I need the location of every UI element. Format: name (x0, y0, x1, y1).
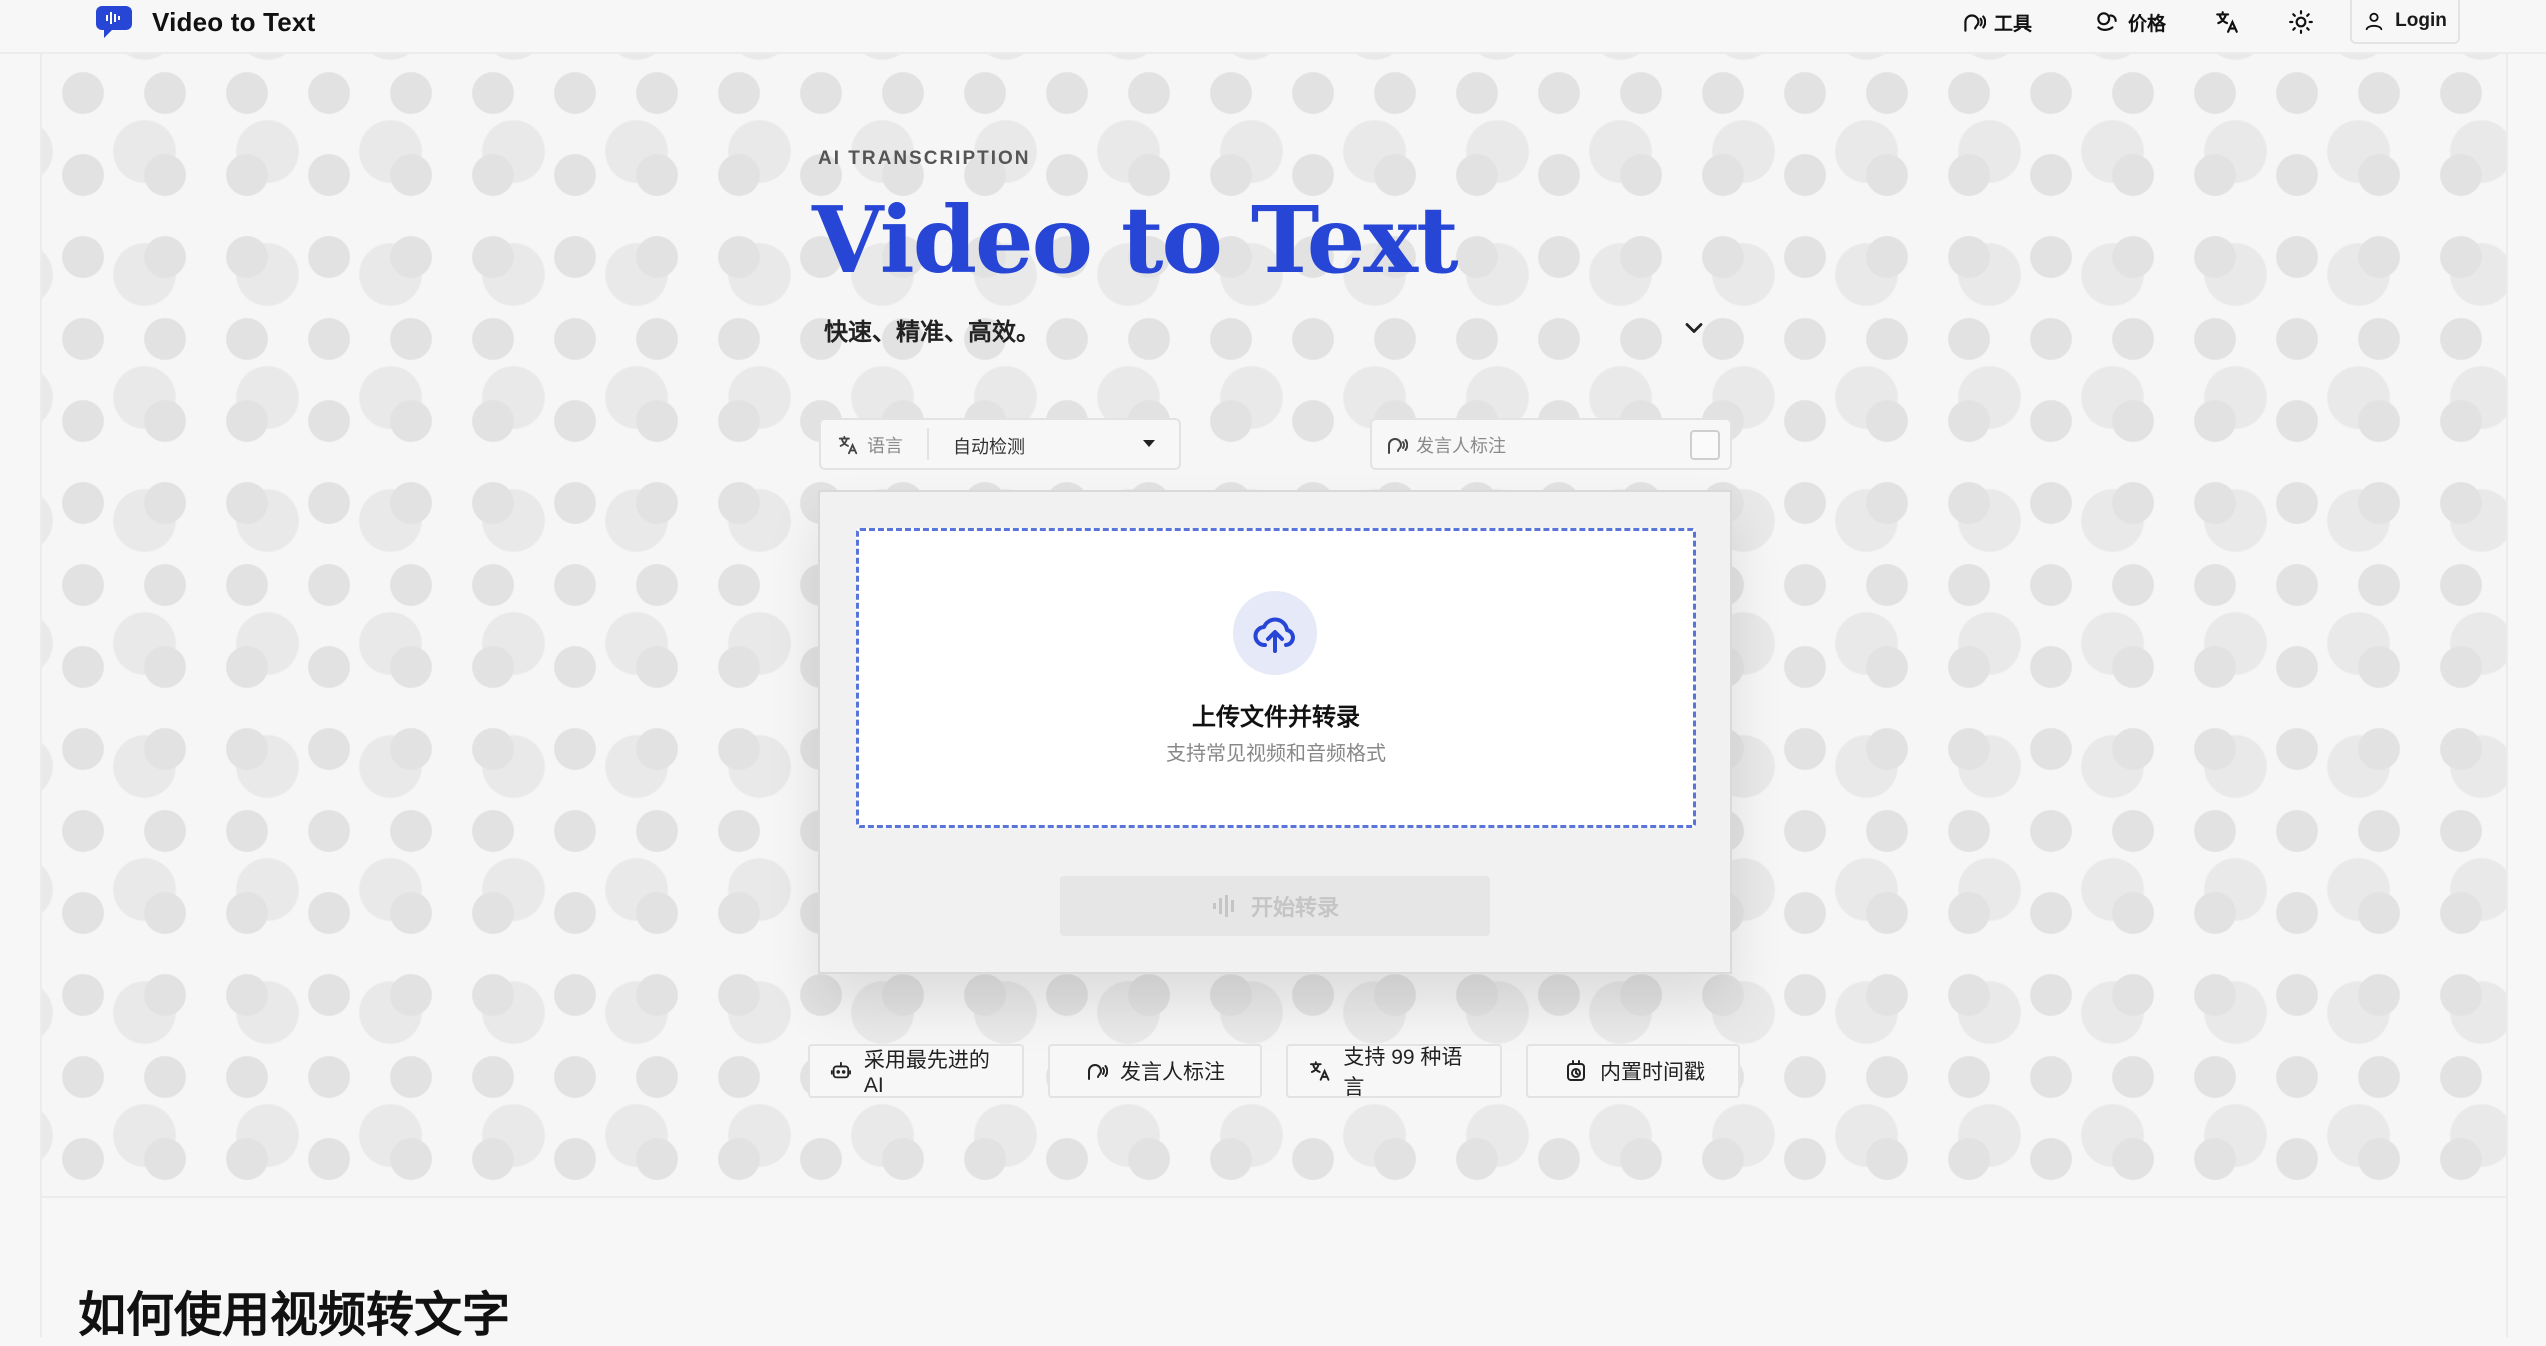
section-title: 如何使用视频转文字 (78, 1289, 511, 1342)
nav-tools[interactable]: 工具 (1960, 4, 2032, 40)
feature-chip-languages: 支持 99 种语言 (1286, 1044, 1502, 1099)
start-transcription-label: 开始转录 (1250, 895, 1339, 920)
feature-label: 采用最先进的 AI (863, 1049, 990, 1097)
file-dropzone[interactable]: 上传文件并转录 支持常见视频和音频格式 (856, 528, 1696, 828)
translate-icon (2216, 11, 2238, 33)
page-title: Video to Text (812, 186, 1459, 294)
frame-border-right (2506, 52, 2508, 1337)
feature-chip-speaker: 发言人标注 (1048, 1044, 1262, 1098)
divider (927, 428, 929, 460)
language-label: 语言 (867, 436, 903, 456)
robot-icon (830, 1061, 851, 1079)
feature-chip-timestamps: 内置时间戳 (1526, 1044, 1740, 1098)
speaker-icon (1088, 1064, 1108, 1080)
sun-icon (2289, 10, 2313, 34)
upload-card: 上传文件并转录 支持常见视频和音频格式 开始转录 (818, 490, 1732, 974)
coins-icon (2097, 12, 2117, 31)
theme-toggle[interactable] (2288, 4, 2314, 40)
speaker-icon (1388, 438, 1408, 454)
user-icon (2365, 12, 2383, 31)
brand-link[interactable]: Video to Text (94, 4, 315, 40)
speaker-option-label-group: 发言人标注 (1384, 432, 1506, 458)
login-label: Login (2395, 10, 2447, 31)
site-header: Video to Text 工具 价格 Login (0, 0, 2546, 54)
logo-icon (96, 6, 132, 38)
language-switcher[interactable] (2214, 4, 2240, 40)
hero-eyebrow: AI TRANSCRIPTION (818, 148, 1031, 169)
speaker-labeling-option[interactable]: 发言人标注 (1370, 418, 1732, 470)
caret-down-icon (1143, 440, 1155, 447)
chevron-down-icon[interactable] (1680, 314, 1708, 342)
login-button[interactable]: Login (2350, 0, 2460, 44)
start-transcription-button[interactable]: 开始转录 (1060, 876, 1490, 936)
feature-label: 发言人标注 (1120, 1061, 1225, 1084)
translate-icon (1309, 1061, 1330, 1081)
speaker-checkbox[interactable] (1690, 430, 1720, 460)
language-value: 自动检测 (953, 437, 1025, 457)
speaker-label: 发言人标注 (1416, 436, 1506, 456)
feature-label: 支持 99 种语言 (1343, 1046, 1463, 1099)
clock-icon (1567, 1060, 1585, 1081)
upload-title: 上传文件并转录 (1192, 704, 1360, 731)
nav-pricing-label: 价格 (2128, 13, 2167, 35)
translate-icon (838, 435, 858, 455)
waveform-icon (1212, 895, 1234, 917)
feature-chip-ai: 采用最先进的 AI (808, 1044, 1024, 1098)
nav-pricing[interactable]: 价格 (2094, 4, 2166, 40)
upload-subtitle: 支持常见视频和音频格式 (1166, 743, 1386, 765)
cloud-upload-icon (1253, 617, 1295, 653)
brand-name: Video to Text (152, 6, 316, 37)
hero-subtitle: 快速、精准、高效。 (824, 319, 1040, 346)
frame-border-left (40, 52, 42, 1337)
language-select[interactable]: 语言 自动检测 (819, 418, 1181, 470)
feature-label: 内置时间戳 (1600, 1061, 1705, 1084)
language-select-label-group: 语言 (837, 432, 903, 458)
nav-tools-label: 工具 (1994, 13, 2033, 35)
hero-divider (42, 1196, 2506, 1198)
upload-icon-badge (1233, 591, 1317, 675)
speaker-icon (1964, 14, 1986, 32)
